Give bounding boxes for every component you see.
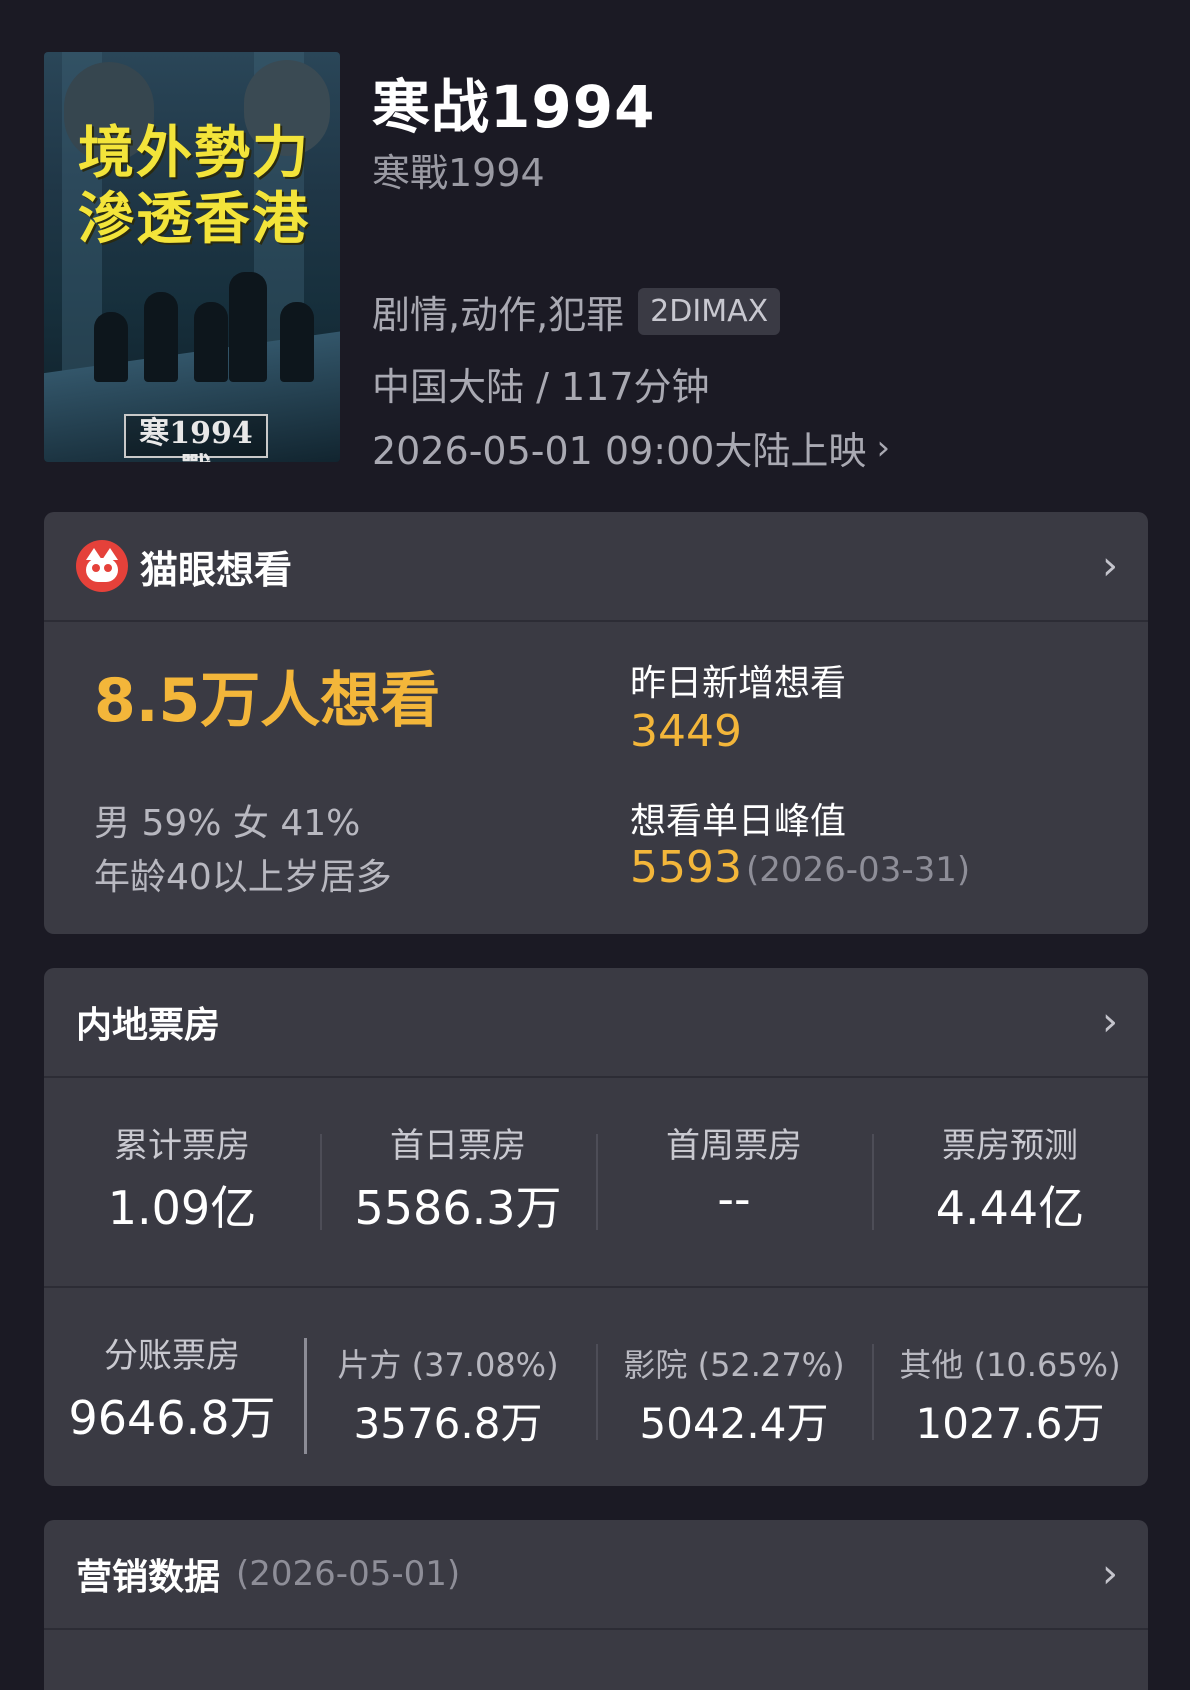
movie-genres: 剧情,动作,犯罪 — [372, 293, 625, 337]
peak-date: (2026-03-31) — [746, 850, 971, 890]
split-box-office: 分账票房 9646.8万 — [44, 1288, 300, 1488]
movie-subtitle: 寒戰1994 — [372, 151, 545, 195]
cinema-share: 影院 (52.27%) 5042.4万 — [596, 1288, 872, 1488]
chevron-right-icon[interactable]: › — [1102, 543, 1118, 589]
marketing-header[interactable]: 营销数据 (2026-05-01) › — [44, 1520, 1148, 1630]
chevron-right-icon[interactable]: › — [1102, 999, 1118, 1045]
poster-figure — [144, 292, 178, 382]
peak-value: 5593 — [630, 842, 742, 893]
want-to-see-card: 猫眼想看 › 8.5万人想看 男 59% 女 41% 年龄40以上岁居多 昨日新… — [44, 512, 1148, 934]
genre-row: 剧情,动作,犯罪 2DIMAX — [372, 284, 781, 339]
brand-title: 猫眼想看 — [140, 547, 293, 592]
stat-value: 5586.3万 — [354, 1181, 562, 1235]
peak-label: 想看单日峰值 — [630, 801, 847, 842]
marketing-card: 营销数据 (2026-05-01) › — [44, 1520, 1148, 1690]
chevron-right-icon: › — [876, 427, 891, 468]
stat-label: 首周票房 — [666, 1126, 802, 1166]
stat-value: 9646.8万 — [68, 1391, 276, 1445]
stat-value: 1.09亿 — [107, 1181, 257, 1235]
want-body: 8.5万人想看 男 59% 女 41% 年龄40以上岁居多 昨日新增想看 344… — [44, 622, 1148, 934]
poster-figure — [280, 302, 314, 382]
maoyan-cat-icon — [76, 540, 128, 592]
format-badge: 2DIMAX — [638, 288, 781, 335]
poster-film-logo: 寒1994戰 — [124, 414, 268, 462]
poster-slogan: 境外勢力 滲透香港 — [52, 120, 336, 252]
want-card-header[interactable]: 猫眼想看 › — [44, 512, 1148, 622]
yesterday-new-label: 昨日新增想看 — [630, 663, 847, 704]
movie-poster[interactable]: 境外勢力 滲透香港 寒1994戰 — [44, 52, 340, 462]
stat-label: 首日票房 — [390, 1126, 526, 1166]
stat-value: 5042.4万 — [639, 1399, 829, 1448]
stat-label: 票房预测 — [942, 1126, 1078, 1166]
movie-title: 寒战1994 — [372, 73, 656, 141]
age-distribution: 年龄40以上岁居多 — [94, 857, 392, 898]
box-office-card: 内地票房 › 累计票房 1.09亿 首日票房 5586.3万 首周票房 -- 票… — [44, 968, 1148, 1486]
stat-label: 分账票房 — [104, 1336, 240, 1376]
box-office-split-row: 分账票房 9646.8万 片方 (37.08%) 3576.8万 影院 (52.… — [44, 1288, 1148, 1488]
poster-figure — [94, 312, 128, 382]
box-office-title: 内地票房 — [76, 1005, 221, 1046]
stat-label: 影院 (52.27%) — [623, 1346, 845, 1384]
release-date: 2026-05-01 09:00大陆上映 — [372, 429, 867, 473]
stat-label: 累计票房 — [114, 1126, 250, 1166]
stat-value: 4.44亿 — [935, 1181, 1085, 1235]
producer-share: 片方 (37.08%) 3576.8万 — [310, 1288, 586, 1488]
poster-slogan-line1: 境外勢力 — [78, 120, 310, 186]
yesterday-new-value: 3449 — [630, 706, 742, 757]
poster-figure — [194, 302, 228, 382]
gender-ratio: 男 59% 女 41% — [94, 803, 361, 844]
first-week-box-office: 首周票房 -- — [596, 1078, 872, 1286]
box-office-forecast: 票房预测 4.44亿 — [872, 1078, 1148, 1286]
stat-value: 1027.6万 — [915, 1399, 1105, 1448]
brace-divider — [294, 1338, 307, 1454]
box-office-summary-row: 累计票房 1.09亿 首日票房 5586.3万 首周票房 -- 票房预测 4.4… — [44, 1078, 1148, 1288]
want-total: 8.5万人想看 — [94, 666, 441, 736]
release-info-link[interactable]: 2026-05-01 09:00大陆上映 › — [372, 420, 890, 475]
poster-slogan-line2: 滲透香港 — [78, 186, 310, 252]
box-office-header[interactable]: 内地票房 › — [44, 968, 1148, 1078]
poster-figure — [229, 272, 267, 382]
stat-value: 3576.8万 — [353, 1399, 543, 1448]
marketing-date: (2026-05-01) — [236, 1554, 461, 1594]
cumulative-box-office: 累计票房 1.09亿 — [44, 1078, 320, 1286]
stat-label: 其他 (10.65%) — [899, 1346, 1121, 1384]
other-share: 其他 (10.65%) 1027.6万 — [872, 1288, 1148, 1488]
stat-value: -- — [717, 1172, 751, 1226]
stat-label: 片方 (37.08%) — [337, 1346, 559, 1384]
region-runtime: 中国大陆 / 117分钟 — [372, 365, 710, 409]
marketing-title: 营销数据 — [76, 1557, 221, 1598]
chevron-right-icon[interactable]: › — [1102, 1551, 1118, 1597]
first-day-box-office: 首日票房 5586.3万 — [320, 1078, 596, 1286]
